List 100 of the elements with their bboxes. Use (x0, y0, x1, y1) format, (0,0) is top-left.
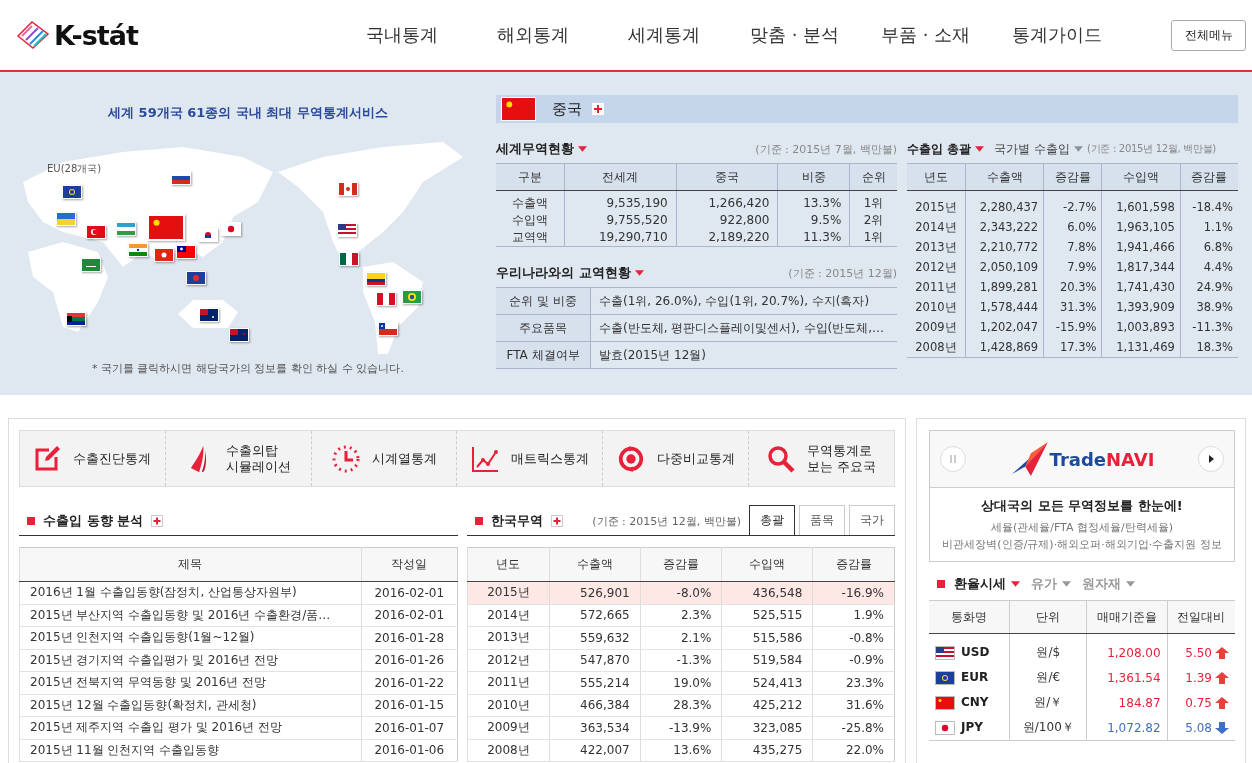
table-cell: 1,899,281 (965, 277, 1044, 297)
table-row[interactable]: 2013년 559,632 2.1% 515,586 -0.8% (467, 626, 895, 649)
column-header: 순위 (849, 163, 897, 191)
flag-icon[interactable] (186, 271, 206, 285)
tab[interactable]: 국가 (849, 505, 895, 535)
table-cell: 1,601,598 (1101, 190, 1181, 217)
play-icon (1206, 454, 1216, 464)
table-cell: 7.9% (1043, 257, 1102, 277)
column-header: 증감률 (812, 547, 895, 582)
section-tab[interactable]: 수출입 총괄 (907, 140, 972, 158)
nav-link[interactable]: 세계통계 (598, 23, 729, 47)
report-link[interactable]: 2015년 11월 인천지역 수출입동향 (19, 739, 361, 762)
basis-note: (기준 : 2015년 12월) (788, 265, 897, 281)
table-cell: 2009년 (907, 317, 966, 337)
flag-icon[interactable] (378, 322, 398, 336)
tool-link[interactable]: 매트릭스통계 (456, 431, 603, 486)
table-cell: 184.87 (1086, 690, 1168, 715)
table-cell: 9.5% (778, 212, 850, 229)
table-row[interactable]: 2010년 466,384 28.3% 425,212 31.6% (467, 694, 895, 717)
nav-link[interactable]: 부품 · 소재 (860, 23, 991, 47)
section-tab[interactable]: 환율시세 (954, 575, 1006, 593)
flag-icon (935, 720, 955, 735)
report-link[interactable]: 2015년 인천지역 수출입동향(1월~12월) (19, 626, 361, 649)
section-title: 수출입 동향 분석 (43, 512, 144, 530)
table-cell: 2,343,222 (965, 217, 1044, 237)
flag-icon[interactable] (66, 312, 86, 326)
table-row[interactable]: 2015년 526,901 -8.0% 436,548 -16.9% (467, 581, 895, 604)
row-header: FTA 체결여부 (496, 341, 591, 369)
flag-icon[interactable] (171, 171, 191, 185)
clock-icon (331, 444, 360, 473)
flag-icon[interactable] (402, 290, 422, 304)
plus-icon[interactable] (151, 515, 164, 527)
report-link[interactable]: 2015년 12월 수출입동향(확정치, 관세청) (19, 694, 361, 717)
column-header: 매매기준율 (1086, 600, 1168, 634)
tool-link[interactable]: 다중비교통계 (602, 431, 749, 486)
bullet-icon (937, 580, 945, 588)
table-cell: 19,290,710 (564, 229, 677, 247)
logo-text[interactable]: K-stát (54, 19, 138, 51)
flag-icon[interactable] (62, 185, 82, 199)
section-title[interactable]: 우리나라와의 교역현황 (496, 264, 631, 282)
row-header: 주요품목 (496, 314, 591, 342)
logo-icon (16, 20, 50, 50)
flag-icon[interactable] (339, 252, 359, 266)
section-title[interactable]: 세계무역현황 (496, 140, 574, 158)
table-cell: 수출액 (496, 190, 565, 212)
table-row[interactable]: 2008년 422,007 13.6% 435,275 22.0% (467, 739, 895, 762)
tab[interactable]: 품목 (799, 505, 845, 535)
next-button[interactable] (1198, 446, 1224, 472)
caret-icon (1074, 146, 1083, 152)
table-cell: 1,003,893 (1101, 317, 1181, 337)
flag-icon (935, 695, 955, 710)
flag-icon[interactable] (366, 272, 386, 286)
plus-icon[interactable] (551, 515, 563, 527)
table-row[interactable]: 2012년 547,870 -1.3% 519,584 -0.9% (467, 649, 895, 672)
column-header: 제목 (19, 547, 361, 582)
table-cell: 2,050,109 (965, 257, 1044, 277)
tab[interactable]: 총괄 (749, 505, 795, 535)
report-link[interactable]: 2015년 경기지역 수출입평가 및 2016년 전망 (19, 649, 361, 672)
nav-link[interactable]: 국내통계 (336, 23, 467, 47)
table-cell: 20.3% (1043, 277, 1102, 297)
flag-icon[interactable] (198, 228, 218, 242)
column-header: 증감률 (640, 547, 722, 582)
tool-link[interactable]: 수출의탑 시뮬레이션 (164, 431, 311, 486)
table-row[interactable]: 2011년 555,214 19.0% 524,413 23.3% (467, 671, 895, 694)
flag-icon[interactable] (229, 328, 249, 342)
report-link[interactable]: 2015년 부산지역 수출입동향 및 2016년 수출환경/품… (19, 604, 361, 627)
column-header: 수입액 (1101, 163, 1181, 191)
caret-icon (1062, 581, 1071, 587)
change-value: 0.75 (1185, 695, 1212, 710)
map-footnote: * 국기를 클릭하시면 해당국가의 정보를 확인 하실 수 있습니다. (92, 361, 404, 376)
section-tab[interactable]: 국가별 수출입 (994, 140, 1070, 158)
table-cell: 2013년 (907, 237, 966, 257)
tool-link[interactable]: 무역통계로 보는 주요국 (748, 431, 894, 486)
change-value: 1.39 (1185, 670, 1212, 685)
map-headline: 세계 59개국 61종의 국내 최대 무역통계서비스 (108, 104, 388, 122)
report-link[interactable]: 2015년 전북지역 무역동향 및 2016년 전망 (19, 671, 361, 694)
nav-link[interactable]: 해외통계 (467, 23, 598, 47)
report-link[interactable]: 2016년 1월 수출입동향(잠정치, 산업통상자원부) (19, 581, 361, 604)
change-value: 5.08 (1185, 720, 1212, 735)
change-value: 5.50 (1185, 645, 1212, 660)
column-header: 년도 (467, 547, 550, 582)
table-cell: 수출(1위, 26.0%), 수입(1위, 20.7%), 수지(흑자) (590, 287, 897, 315)
flag-icon[interactable] (337, 223, 357, 237)
table-cell: 수출(반도체, 평판디스플레이및센서), 수입(반도체,… (590, 314, 897, 342)
flag-icon[interactable] (199, 308, 219, 322)
bullet-icon (27, 517, 35, 525)
flag-icon[interactable] (176, 245, 196, 259)
report-link[interactable]: 2015년 제주지역 수출입 평가 및 2016년 전망 (19, 716, 361, 739)
table-cell: 2015년 (907, 190, 966, 217)
table-cell: 31.3% (1043, 297, 1102, 317)
plus-icon[interactable] (592, 103, 604, 115)
flag-icon (935, 645, 955, 660)
nav-link[interactable]: 통계가이드 (991, 23, 1122, 47)
caret-icon (634, 270, 644, 276)
tool-link[interactable]: 수출진단통계 (20, 431, 165, 486)
table-row[interactable]: 2009년 363,534 -13.9% 323,085 -25.8% (467, 716, 895, 739)
table-row[interactable]: 2014년 572,665 2.3% 525,515 1.9% (467, 604, 895, 627)
tool-link[interactable]: 시계열통계 (310, 431, 457, 486)
nav-link[interactable]: 맞춤 · 분석 (729, 23, 860, 47)
all-menu-button[interactable]: 전체메뉴 (1171, 19, 1246, 51)
